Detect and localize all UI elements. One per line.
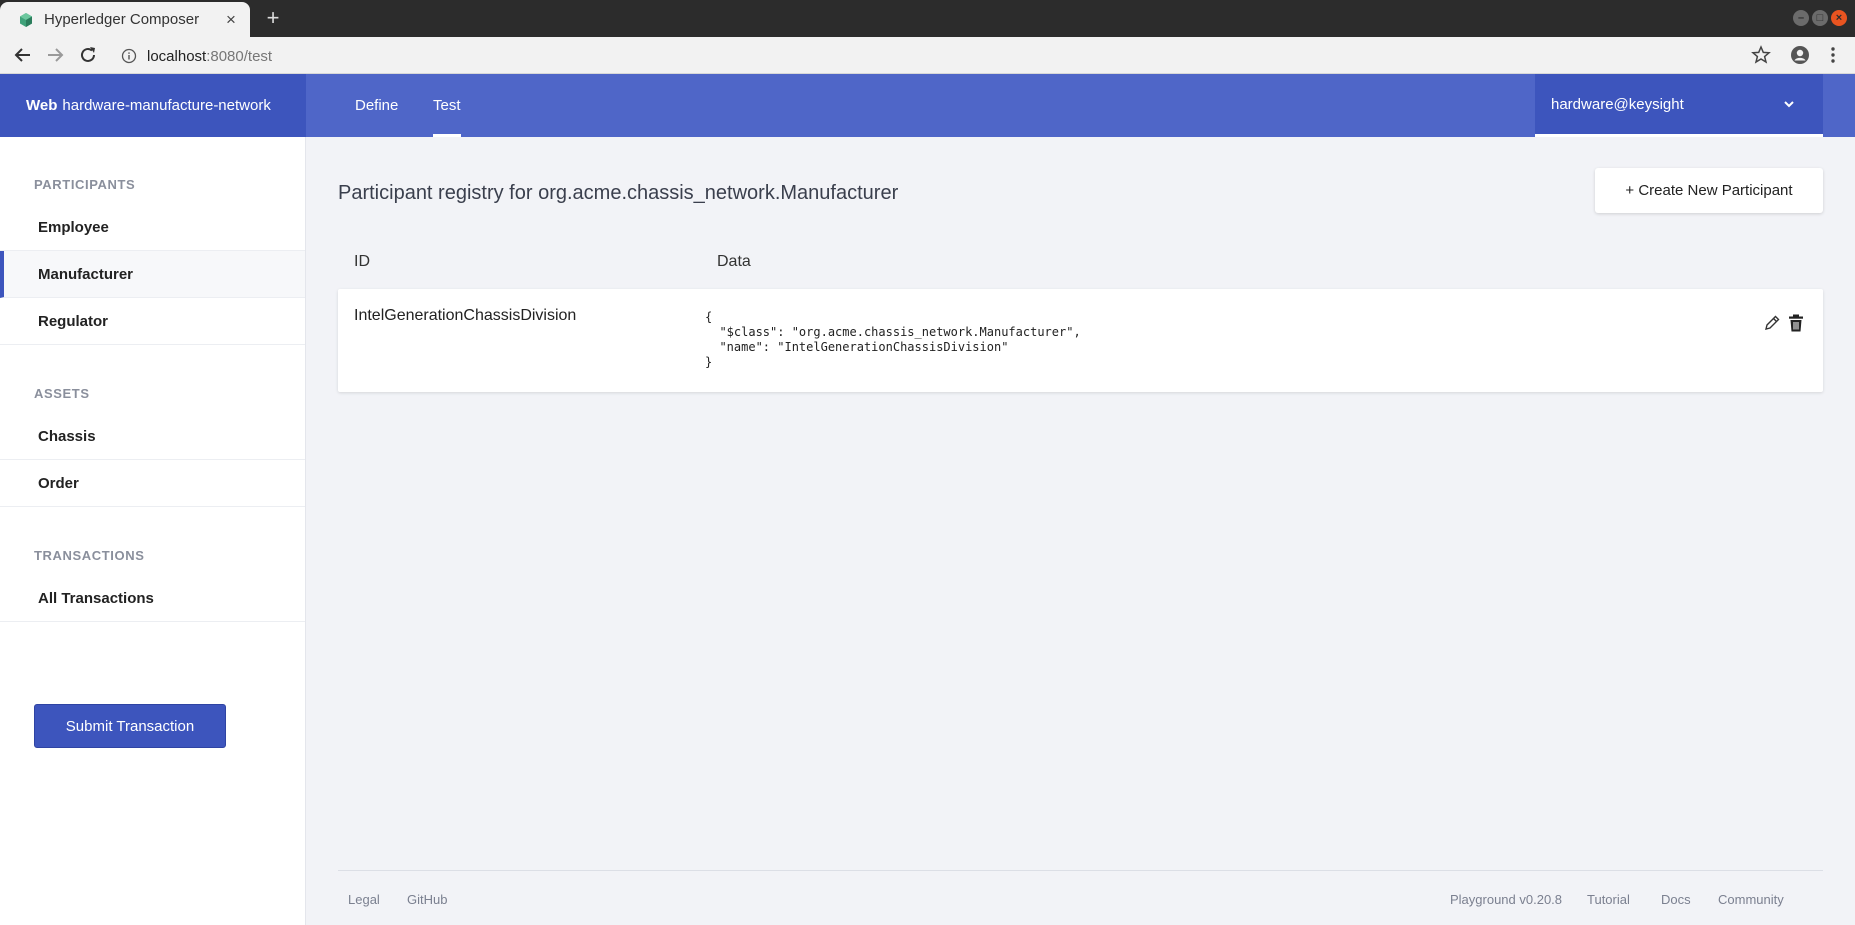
sidebar-item-chassis[interactable]: Chassis xyxy=(0,413,305,460)
window-close-button[interactable]: × xyxy=(1831,10,1847,26)
browser-tab-bar: Hyperledger Composer × + – □ × xyxy=(0,0,1855,37)
row-id: IntelGenerationChassisDivision xyxy=(354,307,577,324)
user-menu[interactable]: hardware@keysight xyxy=(1535,74,1823,137)
column-header-data: Data xyxy=(717,253,751,270)
footer-link-community[interactable]: Community xyxy=(1718,892,1784,907)
reload-icon[interactable] xyxy=(77,44,99,66)
info-icon[interactable] xyxy=(121,48,137,64)
brand-web-label: Web xyxy=(26,97,58,114)
chevron-down-icon xyxy=(1784,101,1794,108)
tab-define[interactable]: Define xyxy=(355,74,398,137)
create-new-participant-button[interactable]: + Create New Participant xyxy=(1595,168,1823,213)
url-field[interactable]: localhost :8080/test xyxy=(121,45,272,67)
new-tab-button[interactable]: + xyxy=(262,7,284,29)
window-minimize-button[interactable]: – xyxy=(1793,10,1809,26)
participants-heading: PARTICIPANTS xyxy=(34,177,136,192)
page-title: Participant registry for org.acme.chassi… xyxy=(338,182,899,204)
star-icon[interactable] xyxy=(1751,45,1771,65)
cube-favicon-icon xyxy=(20,12,32,27)
network-name: hardware-manufacture-network xyxy=(62,97,271,114)
sidebar-item-all-transactions[interactable]: All Transactions xyxy=(0,575,305,622)
trash-icon[interactable] xyxy=(1786,313,1806,333)
url-host: localhost xyxy=(147,47,207,65)
assets-heading: ASSETS xyxy=(34,386,90,401)
tab-test[interactable]: Test xyxy=(433,74,461,137)
user-identity: hardware@keysight xyxy=(1551,95,1684,113)
forward-arrow-icon[interactable] xyxy=(44,44,66,66)
sidebar: PARTICIPANTS Employee Manufacturer Regul… xyxy=(0,137,306,925)
sidebar-item-order[interactable]: Order xyxy=(0,460,305,507)
app-header: Web hardware-manufacture-network Define … xyxy=(0,74,1855,137)
table-row: IntelGenerationChassisDivision { "$class… xyxy=(338,289,1823,392)
transactions-heading: TRANSACTIONS xyxy=(34,548,145,563)
sidebar-item-regulator[interactable]: Regulator xyxy=(0,298,305,345)
pencil-edit-icon[interactable] xyxy=(1762,313,1782,333)
column-header-id: ID xyxy=(354,253,370,270)
sidebar-item-employee[interactable]: Employee xyxy=(0,204,305,251)
account-icon[interactable] xyxy=(1790,45,1810,65)
tab-close-button[interactable]: × xyxy=(222,10,240,30)
brand[interactable]: Web hardware-manufacture-network xyxy=(0,74,306,137)
window-maximize-button[interactable]: □ xyxy=(1812,10,1828,26)
submit-transaction-button[interactable]: Submit Transaction xyxy=(34,704,226,748)
footer-version: Playground v0.20.8 xyxy=(1450,892,1563,907)
url-path: :8080/test xyxy=(206,47,273,65)
tab-title: Hyperledger Composer xyxy=(44,11,200,28)
footer-link-tutorial[interactable]: Tutorial xyxy=(1587,892,1630,907)
browser-tab[interactable]: Hyperledger Composer × xyxy=(0,2,250,37)
footer-link-github[interactable]: GitHub xyxy=(407,892,447,907)
back-arrow-icon[interactable] xyxy=(12,44,34,66)
footer-divider xyxy=(338,870,1823,871)
footer-link-docs[interactable]: Docs xyxy=(1661,892,1691,907)
row-data-json: { "$class": "org.acme.chassis_network.Ma… xyxy=(705,310,1081,369)
kebab-menu-icon[interactable] xyxy=(1823,45,1843,65)
footer-link-legal[interactable]: Legal xyxy=(348,892,380,907)
sidebar-item-manufacturer[interactable]: Manufacturer xyxy=(0,251,305,298)
browser-address-bar: localhost :8080/test xyxy=(0,37,1855,74)
